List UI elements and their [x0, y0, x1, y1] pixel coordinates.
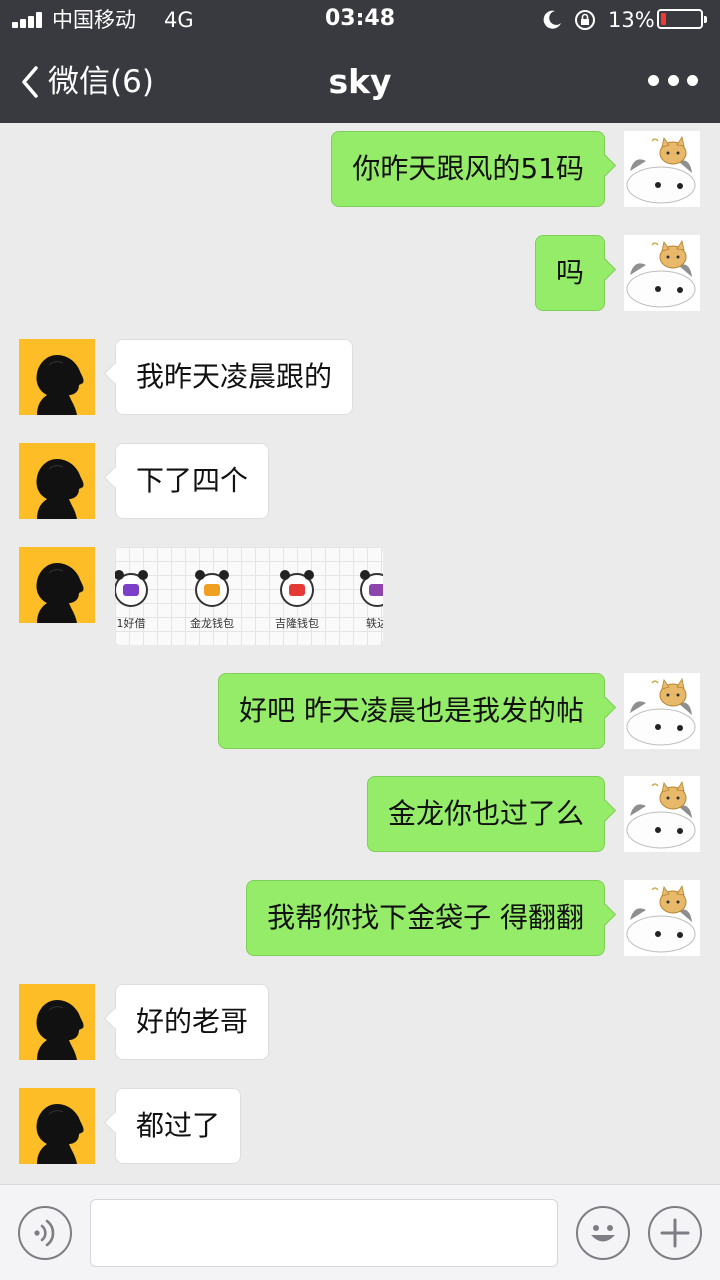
battery-icon [657, 9, 707, 29]
app-thumbnail: 轶达 [337, 570, 383, 631]
voice-wave-glyph [34, 1219, 55, 1247]
app-icon-core [204, 584, 220, 596]
message-bubble[interactable]: 好吧 昨天凌晨也是我发的帖 [218, 673, 605, 749]
app-icon [195, 570, 229, 607]
status-bar: 中国移动 4G 03:48 13% [0, 0, 720, 40]
top-bar: 中国移动 4G 03:48 13% 微信(6) sky [0, 0, 720, 123]
my-avatar[interactable] [624, 776, 700, 852]
message-bubble[interactable]: 下了四个 [115, 443, 270, 519]
plus-icon[interactable] [648, 1206, 702, 1260]
message-bubble[interactable]: 金龙你也过了么 [366, 776, 605, 852]
my-avatar[interactable] [624, 880, 700, 956]
app-icon-core [369, 584, 383, 596]
plus-glyph [660, 1218, 690, 1248]
app-label: 1好借 [116, 617, 146, 630]
contact-avatar[interactable] [19, 984, 95, 1060]
message-bubble[interactable]: 我帮你找下金袋子 得翻翻 [246, 880, 605, 956]
app-thumbnail: 金龙钱包 [172, 570, 252, 631]
my-avatar[interactable] [624, 235, 700, 311]
nav-bar: 微信(6) sky [0, 40, 720, 123]
smiley-glyph [591, 1225, 615, 1242]
cat-avatar-icon [626, 885, 696, 953]
contact-avatar[interactable] [19, 339, 95, 415]
voice-icon[interactable] [18, 1206, 72, 1260]
message-input[interactable] [90, 1199, 558, 1267]
app-label: 金龙钱包 [190, 617, 234, 630]
cat-avatar-icon [626, 678, 696, 746]
contact-avatar[interactable] [19, 1088, 95, 1164]
message-bubble[interactable]: 都过了 [115, 1088, 242, 1164]
emoji-icon[interactable] [576, 1206, 630, 1260]
battery-level [661, 13, 666, 25]
app-thumbnail: 1好借 [115, 570, 171, 631]
message-bubble[interactable]: 你昨天跟风的51码 [331, 131, 605, 207]
app-icon-core [289, 584, 305, 596]
app-icon [115, 570, 148, 607]
silhouette-avatar-icon [35, 354, 85, 415]
contact-avatar[interactable] [19, 443, 95, 519]
my-avatar[interactable] [624, 673, 700, 749]
silhouette-avatar-icon [35, 458, 85, 519]
app-icon-core [123, 584, 139, 596]
app-icon [360, 570, 383, 607]
cat-avatar-icon [626, 781, 696, 849]
silhouette-avatar-icon [35, 562, 85, 623]
message-bubble[interactable]: 我昨天凌晨跟的 [115, 339, 354, 415]
chat-title: sky [328, 62, 392, 101]
battery-percent: 13% [608, 8, 655, 32]
app-label: 轶达 [366, 617, 383, 630]
cat-avatar-icon [626, 136, 696, 204]
silhouette-avatar-icon [35, 999, 85, 1060]
app-thumbnail: 吉隆钱包 [257, 570, 337, 631]
more-dots-icon[interactable] [648, 68, 698, 92]
contact-avatar[interactable] [19, 547, 95, 623]
app-label: 吉隆钱包 [275, 617, 319, 630]
input-bar [0, 1184, 720, 1280]
silhouette-avatar-icon [35, 1103, 85, 1164]
rotation-lock-icon [575, 10, 595, 30]
cat-avatar-icon [626, 240, 696, 308]
message-bubble[interactable]: 好的老哥 [115, 984, 270, 1060]
moon-icon [543, 10, 561, 29]
image-message[interactable]: 1好借 金龙钱包 吉隆钱包 轶达 [115, 547, 383, 645]
my-avatar[interactable] [624, 131, 700, 207]
message-bubble[interactable]: 吗 [534, 235, 605, 311]
app-icon [280, 570, 314, 607]
